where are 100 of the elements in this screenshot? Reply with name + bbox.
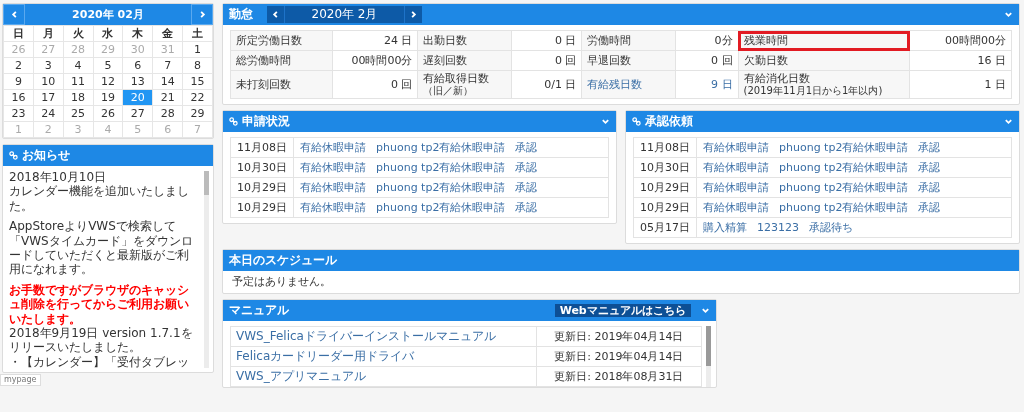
request-type-link[interactable]: 有給休暇申請 [300, 140, 366, 154]
calendar-day[interactable]: 23 [3, 105, 34, 122]
notice-text: 2018年10月10日 カレンダー機能を追加いたしました。 [9, 170, 190, 214]
request-status-link[interactable]: 承認 [515, 200, 538, 214]
panel-title: お知らせ [22, 148, 70, 163]
request-detail-link[interactable]: phuong tp2有給休暇申請 [779, 160, 909, 174]
request-detail-link[interactable]: phuong tp2有給休暇申請 [376, 160, 506, 174]
calendar-day[interactable]: 13 [122, 73, 153, 90]
request-type-link[interactable]: 有給休暇申請 [300, 200, 366, 214]
stat-value: 00時間00分 [332, 50, 418, 71]
calendar-day[interactable]: 1 [182, 41, 213, 58]
calendar-day[interactable]: 18 [63, 89, 94, 106]
request-status-link[interactable]: 承認 [918, 140, 941, 154]
stat-label: 未打刻回数 [230, 70, 332, 99]
calendar-day[interactable]: 22 [182, 89, 213, 106]
date-cell: 10月29日 [633, 177, 697, 198]
request-detail-link[interactable]: phuong tp2有給休暇申請 [779, 180, 909, 194]
chevron-down-icon [1004, 117, 1013, 127]
request-detail-link[interactable]: phuong tp2有給休暇申請 [376, 140, 506, 154]
calendar-day[interactable]: 7 [152, 57, 183, 74]
calendar-day[interactable]: 25 [63, 105, 94, 122]
request-status-link[interactable]: 承認待ち [809, 220, 853, 234]
calendar-day[interactable]: 4 [63, 57, 94, 74]
calendar-day[interactable]: 14 [152, 73, 183, 90]
stat-label: 所定労働日数 [230, 30, 332, 51]
calendar-day[interactable]: 24 [33, 105, 64, 122]
collapse-button[interactable] [1004, 117, 1013, 127]
request-type-link[interactable]: 有給休暇申請 [703, 140, 769, 154]
calendar-day[interactable]: 6 [122, 57, 153, 74]
schedule-message: 予定はありません。 [232, 275, 331, 289]
calendar-day[interactable]: 28 [152, 105, 183, 122]
stat-value: 0 回 [332, 70, 418, 99]
calendar-day[interactable]: 10 [33, 73, 64, 90]
stat-link[interactable]: 有給残日数 [581, 70, 676, 99]
request-status-link[interactable]: 承認 [515, 180, 538, 194]
notice-text: AppStoreよりVWSで検索して「VWSタイムカード」をダウンロードしていただくと最新版がご利用になれます。 [9, 219, 194, 277]
collapse-button[interactable] [1004, 10, 1013, 19]
stat-label: 労働時間 [581, 30, 676, 51]
stat-value: 1 日 [909, 70, 1012, 99]
stat-label: 有給消化日数 [743, 72, 811, 86]
stat-value: 0 日 [511, 30, 582, 51]
next-month-button[interactable] [191, 4, 213, 25]
panel-title: 本日のスケジュール [229, 253, 337, 269]
panel-title: 承認依頼 [645, 114, 693, 130]
calendar-day[interactable]: 8 [182, 57, 213, 74]
weekday-header: 土 [182, 25, 213, 42]
request-detail-link[interactable]: phuong tp2有給休暇申請 [376, 200, 506, 214]
calendar-day[interactable]: 15 [182, 73, 213, 90]
request-type-link[interactable]: 有給休暇申請 [300, 160, 366, 174]
calendar-day[interactable]: 9 [3, 73, 34, 90]
stat-value: 0/1 日 [511, 70, 582, 99]
calendar-day[interactable]: 5 [93, 57, 123, 74]
request-detail-link[interactable]: phuong tp2有給休暇申請 [779, 140, 909, 154]
date-cell: 10月30日 [633, 157, 697, 178]
stat-sublabel: (2019年11月1日から1年以内) [743, 85, 884, 98]
previous-month-button[interactable] [3, 4, 25, 25]
weekday-header: 水 [93, 25, 123, 42]
request-type-link[interactable]: 有給休暇申請 [703, 180, 769, 194]
calendar-day[interactable]: 17 [33, 89, 64, 106]
date-cell: 10月29日 [230, 197, 294, 218]
date-cell: 10月29日 [633, 197, 697, 218]
request-detail-link[interactable]: phuong tp2有給休暇申請 [779, 200, 909, 214]
request-status-link[interactable]: 承認 [515, 140, 538, 154]
calendar-day[interactable]: 21 [152, 89, 183, 106]
stat-value: 9 日 [675, 70, 739, 99]
stat-label: 出勤日数 [417, 30, 512, 51]
request-type-link[interactable]: 有給休暇申請 [300, 180, 366, 194]
month-label: 2020年 2月 [310, 7, 379, 22]
weekday-header: 月 [33, 25, 64, 42]
stat-label: 総労働時間 [230, 50, 332, 71]
chevron-down-icon [1004, 10, 1013, 19]
stat-label: 残業時間 [738, 30, 910, 51]
calendar-day[interactable]: 2 [3, 57, 34, 74]
collapse-button[interactable] [601, 117, 610, 127]
date-cell: 11月08日 [633, 137, 697, 158]
stat-value: 16 日 [909, 50, 1012, 71]
request-type-link[interactable]: 有給休暇申請 [703, 200, 769, 214]
calendar-day[interactable]: 12 [93, 73, 123, 90]
weekday-header: 日 [3, 25, 34, 42]
calendar-day[interactable]: 16 [3, 89, 34, 106]
date-cell: 10月30日 [230, 157, 294, 178]
request-status-link[interactable]: 承認 [515, 160, 538, 174]
link-icon [632, 117, 641, 127]
calendar-day[interactable]: 11 [63, 73, 94, 90]
request-type-link[interactable]: 有給休暇申請 [703, 160, 769, 174]
calendar-day[interactable]: 27 [122, 105, 153, 122]
calendar-day[interactable]: 3 [33, 57, 64, 74]
request-detail-link[interactable]: phuong tp2有給休暇申請 [376, 180, 506, 194]
request-status-link[interactable]: 承認 [918, 200, 941, 214]
request-status-link[interactable]: 承認 [918, 160, 941, 174]
request-type-link[interactable]: 購入精算 [703, 220, 747, 234]
scrollbar[interactable] [204, 171, 209, 369]
request-detail-link[interactable]: 123123 [757, 220, 799, 234]
calendar-day[interactable]: 26 [93, 105, 123, 122]
request-status-link[interactable]: 承認 [918, 180, 941, 194]
notice-text: 2018年9月19日 version 1.7.1をリリースいたしました。 ・【カレンダー】「受付タブレッ [9, 325, 194, 370]
web-manual-button[interactable]: Webマニュアルはこちら [554, 303, 691, 318]
calendar-day[interactable]: 29 [182, 105, 213, 122]
calendar-day[interactable]: 19 [93, 89, 123, 106]
scrollbar[interactable] [705, 325, 711, 387]
